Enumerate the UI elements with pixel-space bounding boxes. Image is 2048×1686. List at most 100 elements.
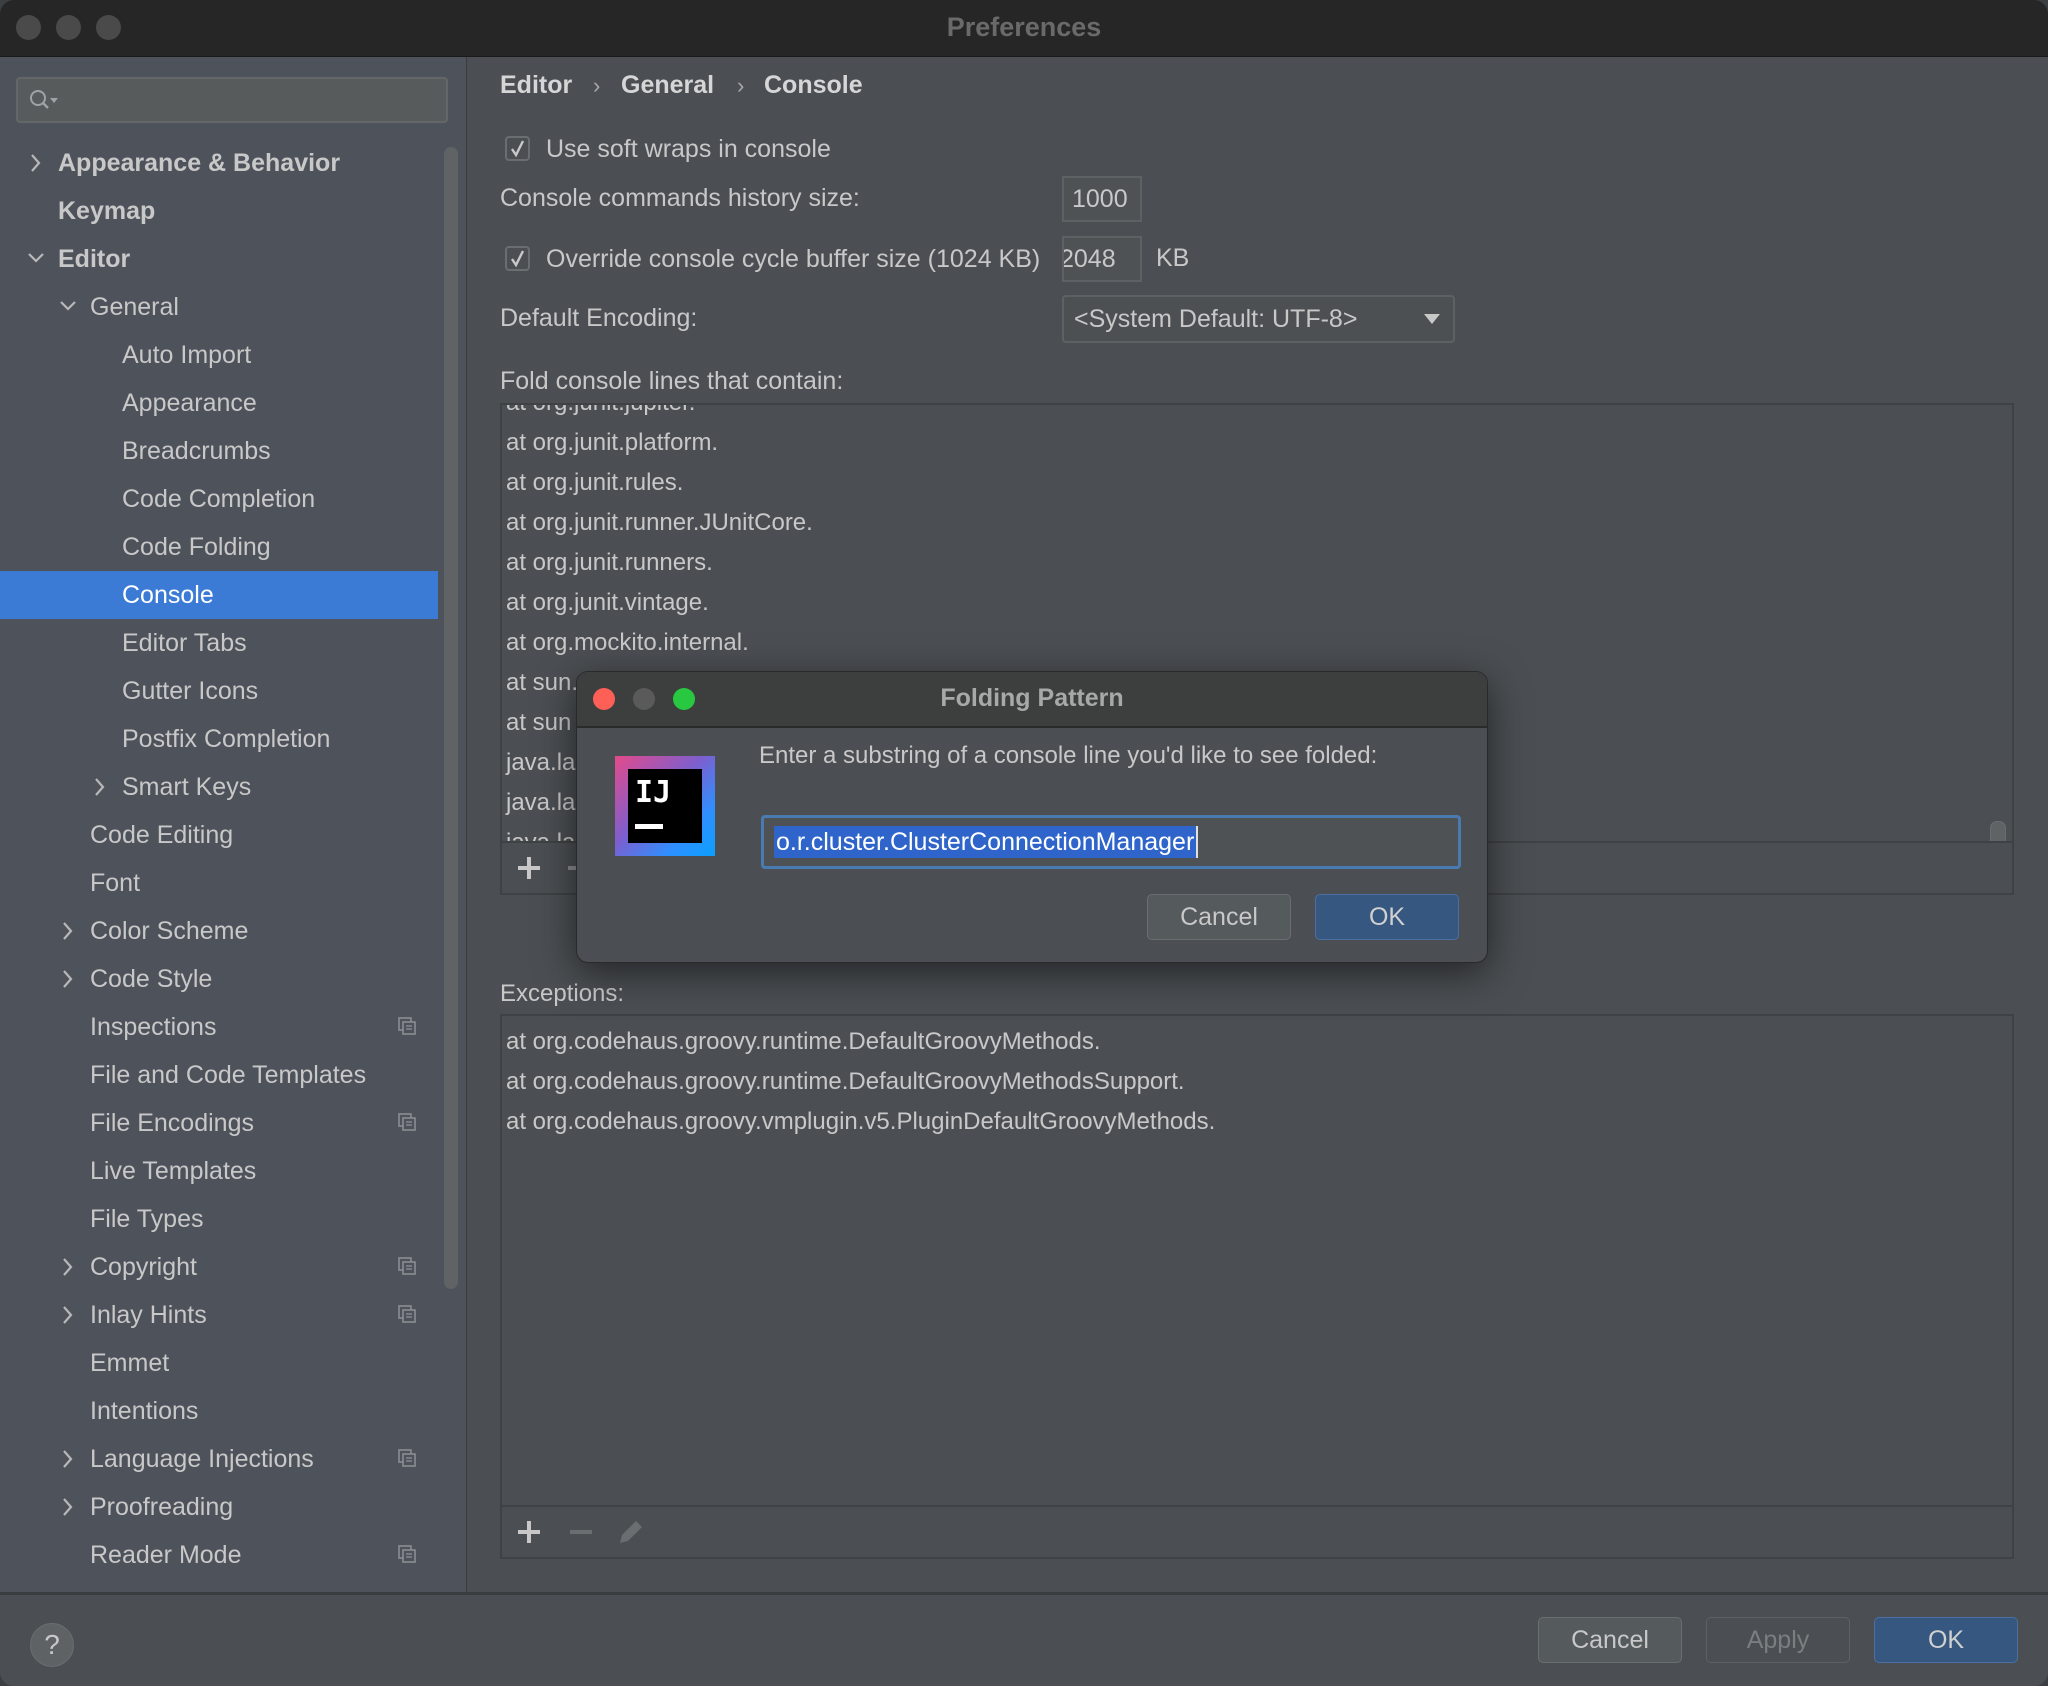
sidebar-item-copyright[interactable]: Copyright	[0, 1243, 438, 1291]
sidebar-item-label: Postfix Completion	[122, 725, 331, 753]
sidebar-item-label: Appearance	[122, 389, 257, 417]
soft-wraps-label[interactable]: Use soft wraps in console	[546, 135, 831, 164]
fold-line-item[interactable]: at org.junit.runners.	[504, 543, 713, 583]
chevron-right-icon[interactable]	[26, 139, 46, 187]
sidebar-item-label: Auto Import	[122, 341, 252, 369]
sidebar-item-console[interactable]: Console	[0, 571, 438, 619]
sidebar-item-auto-import[interactable]: Auto Import	[0, 331, 438, 379]
sidebar-item-file-and-code-templates[interactable]: File and Code Templates	[0, 1051, 438, 1099]
sidebar-item-label: Code Style	[90, 965, 213, 993]
chevron-down-icon[interactable]	[58, 283, 78, 331]
fold-line-item[interactable]: java.la	[504, 783, 575, 823]
sidebar-item-language-injections[interactable]: Language Injections	[0, 1435, 438, 1483]
chevron-right-icon[interactable]	[58, 907, 78, 955]
sidebar-item-keymap[interactable]: Keymap	[0, 187, 438, 235]
folding-pattern-input[interactable]: o.r.cluster.ClusterConnectionManager	[761, 815, 1461, 869]
exception-line-item[interactable]: at org.codehaus.groovy.runtime.DefaultGr…	[504, 1022, 1101, 1062]
dialog-title-bar: Folding Pattern	[577, 672, 1487, 728]
buffer-size-unit: KB	[1156, 244, 1190, 272]
search-icon	[30, 90, 58, 109]
fold-line-item[interactable]: at org.mockito.internal.	[504, 623, 749, 663]
sidebar-item-gutter-icons[interactable]: Gutter Icons	[0, 667, 438, 715]
sidebar-item-label: Keymap	[58, 197, 156, 225]
sidebar-item-label: Reader Mode	[90, 1541, 242, 1569]
chevron-right-icon[interactable]	[58, 1483, 78, 1531]
fold-line-item[interactable]: at org.junit.jupiter.	[504, 405, 695, 423]
sidebar-item-general[interactable]: General	[0, 283, 438, 331]
settings-search-input[interactable]	[16, 77, 448, 123]
remove-icon[interactable]	[566, 1517, 596, 1547]
soft-wraps-checkbox[interactable]	[505, 136, 530, 161]
sidebar-item-file-encodings[interactable]: File Encodings	[0, 1099, 438, 1147]
chevron-right-icon[interactable]	[90, 763, 110, 811]
chevron-right-icon[interactable]	[58, 955, 78, 1003]
sidebar-item-appearance[interactable]: Appearance	[0, 379, 438, 427]
sidebar-item-file-types[interactable]: File Types	[0, 1195, 438, 1243]
sidebar-item-label: Editor	[58, 245, 131, 273]
sidebar-item-proofreading[interactable]: Proofreading	[0, 1483, 438, 1531]
fold-line-item[interactable]: at org.junit.rules.	[504, 463, 683, 503]
project-level-icon	[398, 1449, 416, 1467]
breadcrumb-item[interactable]: Editor	[500, 71, 572, 100]
sidebar-item-editor[interactable]: Editor	[0, 235, 438, 283]
ok-button[interactable]: OK	[1874, 1617, 2018, 1663]
sidebar-item-emmet[interactable]: Emmet	[0, 1339, 438, 1387]
exception-line-item[interactable]: at org.codehaus.groovy.runtime.DefaultGr…	[504, 1062, 1185, 1102]
sidebar-item-live-templates[interactable]: Live Templates	[0, 1147, 438, 1195]
encoding-label: Default Encoding:	[500, 304, 698, 332]
sidebar-item-appearance-behavior[interactable]: Appearance & Behavior	[0, 139, 438, 187]
breadcrumb-current: Console	[764, 71, 863, 99]
fold-line-item[interactable]: at org.junit.platform.	[504, 423, 718, 463]
chevron-right-icon[interactable]	[58, 1435, 78, 1483]
sidebar-item-label: Language Injections	[90, 1445, 314, 1473]
sidebar-item-label: Gutter Icons	[122, 677, 259, 705]
sidebar-item-label: Code Folding	[122, 533, 271, 561]
sidebar-item-reader-mode[interactable]: Reader Mode	[0, 1531, 438, 1579]
dialog-title: Folding Pattern	[940, 684, 1124, 712]
dialog-ok-button[interactable]: OK	[1315, 894, 1459, 940]
chevron-right-icon[interactable]	[58, 1243, 78, 1291]
dialog-message: Enter a substring of a console line you'…	[759, 742, 1378, 769]
preferences-window: Preferences Appearance & Behavior Keymap E…	[0, 0, 2048, 1686]
help-button[interactable]: ?	[30, 1623, 74, 1667]
chevron-right-icon[interactable]	[58, 1291, 78, 1339]
sidebar-item-label: Code Completion	[122, 485, 316, 513]
breadcrumb-separator-icon: ›	[593, 73, 601, 98]
apply-button[interactable]: Apply	[1706, 1617, 1850, 1663]
sidebar-item-code-completion[interactable]: Code Completion	[0, 475, 438, 523]
add-icon[interactable]	[514, 853, 544, 883]
sidebar-item-code-folding[interactable]: Code Folding	[0, 523, 438, 571]
history-size-input[interactable]: 1000	[1062, 176, 1142, 222]
sidebar-item-breadcrumbs[interactable]: Breadcrumbs	[0, 427, 438, 475]
sidebar-item-inspections[interactable]: Inspections	[0, 1003, 438, 1051]
chevron-down-icon[interactable]	[26, 235, 46, 283]
sidebar-item-code-style[interactable]: Code Style	[0, 955, 438, 1003]
sidebar-scrollbar[interactable]	[444, 147, 458, 1289]
cancel-button[interactable]: Cancel	[1538, 1617, 1682, 1663]
sidebar-item-postfix-completion[interactable]: Postfix Completion	[0, 715, 438, 763]
sidebar-item-color-scheme[interactable]: Color Scheme	[0, 907, 438, 955]
exception-line-item[interactable]: at org.codehaus.groovy.vmplugin.v5.Plugi…	[504, 1102, 1215, 1142]
edit-pencil-icon[interactable]	[616, 1517, 646, 1547]
sidebar-item-label: Intentions	[90, 1397, 199, 1425]
intellij-logo-icon: IJ	[615, 756, 715, 856]
fold-line-item[interactable]: at sun	[504, 703, 571, 743]
sidebar-item-inlay-hints[interactable]: Inlay Hints	[0, 1291, 438, 1339]
fold-line-item[interactable]: java.la	[504, 743, 575, 783]
sidebar-item-code-editing[interactable]: Code Editing	[0, 811, 438, 859]
sidebar-item-editor-tabs[interactable]: Editor Tabs	[0, 619, 438, 667]
dialog-cancel-button[interactable]: Cancel	[1147, 894, 1291, 940]
buffer-size-input[interactable]: 2048	[1062, 236, 1142, 282]
encoding-dropdown[interactable]: <System Default: UTF-8>	[1062, 295, 1455, 343]
override-buffer-checkbox[interactable]	[505, 246, 530, 271]
override-buffer-label[interactable]: Override console cycle buffer size (1024…	[546, 245, 1040, 274]
exceptions-list[interactable]: at org.codehaus.groovy.runtime.DefaultGr…	[500, 1014, 2014, 1559]
fold-line-item[interactable]: at org.junit.vintage.	[504, 583, 709, 623]
add-icon[interactable]	[514, 1517, 544, 1547]
fold-line-item[interactable]: at org.junit.runner.JUnitCore.	[504, 503, 813, 543]
sidebar-item-label: Copyright	[90, 1253, 197, 1281]
sidebar-item-font[interactable]: Font	[0, 859, 438, 907]
breadcrumb-item[interactable]: General	[621, 71, 714, 100]
sidebar-item-intentions[interactable]: Intentions	[0, 1387, 438, 1435]
sidebar-item-smart-keys[interactable]: Smart Keys	[0, 763, 438, 811]
